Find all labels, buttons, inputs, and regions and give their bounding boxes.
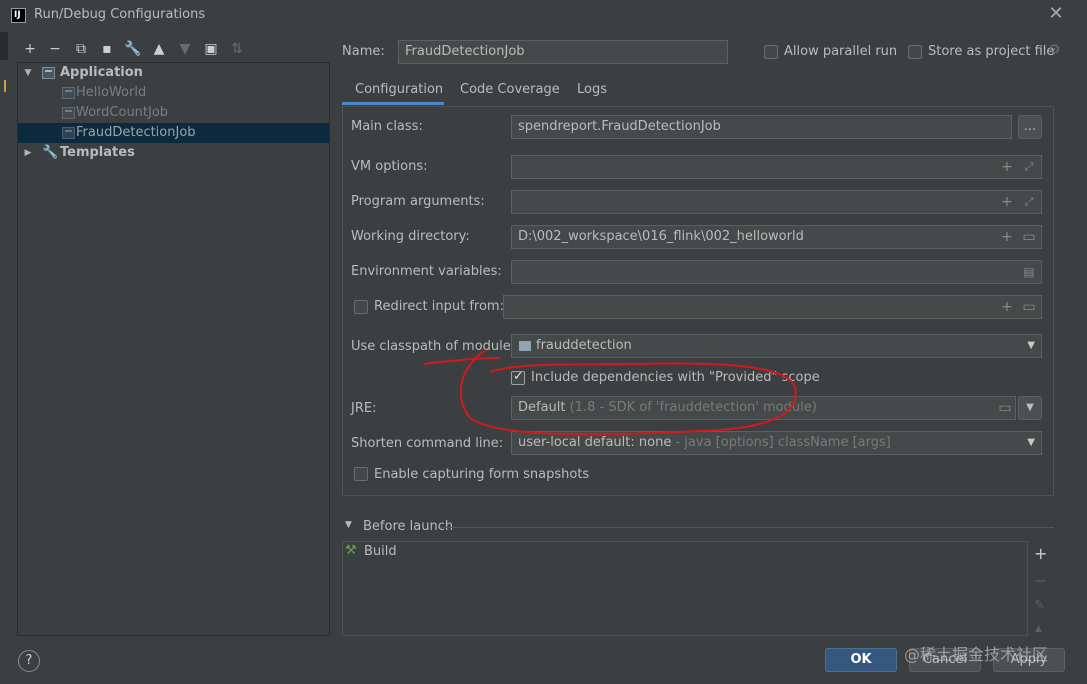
config-tree: ▼ Application HelloWorld WordCountJob Fr…	[17, 62, 330, 636]
chevron-down-icon[interactable]: ▼	[1027, 432, 1035, 454]
wrench-icon: 🔧	[42, 145, 59, 160]
tree-item-application[interactable]: ▼ Application	[18, 63, 329, 83]
tab-logs[interactable]: Logs	[577, 80, 607, 106]
gear-icon[interactable]: ⚙	[1048, 42, 1061, 58]
working-directory-label: Working directory:	[351, 229, 470, 244]
program-arguments-input[interactable]: + ⤢	[511, 190, 1042, 214]
folder-icon[interactable]: ▭	[1020, 226, 1038, 248]
chevron-down-icon[interactable]: ▼	[22, 63, 34, 83]
vm-options-input[interactable]: + ⤢	[511, 155, 1042, 179]
include-dependencies-label: Include dependencies with "Provided" sco…	[531, 370, 820, 385]
shorten-extra: - java [options] className [args]	[675, 435, 891, 450]
shorten-command-line-label: Shorten command line:	[351, 436, 504, 451]
redirect-input-checkbox[interactable]	[354, 300, 368, 314]
main-class-input[interactable]: spendreport.FraudDetectionJob	[511, 115, 1012, 139]
expand-icon[interactable]: ⤢	[1020, 191, 1038, 213]
browse-main-class-button[interactable]: ...	[1018, 115, 1042, 139]
tree-item-templates[interactable]: ▶ 🔧 Templates	[18, 143, 329, 163]
classpath-module-select[interactable]: frauddetection ▼	[511, 334, 1042, 358]
ok-button[interactable]: OK	[825, 648, 897, 672]
working-directory-value: D:\002_workspace\016_flink\002_helloworl…	[518, 229, 804, 244]
form-snapshots-checkbox[interactable]	[354, 467, 368, 481]
edit-icon[interactable]: ✎	[1034, 598, 1045, 613]
list-item[interactable]: ⚒ Build	[343, 542, 1027, 562]
tree-item-label: WordCountJob	[76, 105, 169, 120]
minus-icon[interactable]: −	[1034, 571, 1047, 590]
save-icon[interactable]: ▪	[97, 40, 117, 58]
allow-parallel-label: Allow parallel run	[784, 44, 898, 59]
module-folder-icon	[519, 341, 531, 351]
redirect-input-label: Redirect input from:	[374, 299, 504, 314]
store-project-label: Store as project file	[928, 44, 1055, 59]
arrow-up-icon[interactable]: ▲	[1035, 624, 1042, 634]
active-tab-indicator	[342, 102, 444, 105]
tree-item-helloworld[interactable]: HelloWorld	[18, 83, 329, 103]
name-label: Name:	[342, 44, 385, 59]
tree-item-label: Application	[60, 65, 143, 80]
close-icon[interactable]: ✕	[1046, 4, 1066, 24]
application-icon	[62, 87, 75, 99]
include-dependencies-checkbox[interactable]	[511, 369, 525, 385]
program-arguments-label: Program arguments:	[351, 194, 485, 209]
application-icon	[62, 107, 75, 119]
classpath-module-value: frauddetection	[536, 338, 632, 353]
name-input[interactable]: FraudDetectionJob	[398, 40, 728, 64]
environment-variables-input[interactable]: ▤	[511, 260, 1042, 284]
redirect-input-field[interactable]: + ▭	[503, 295, 1042, 319]
jre-extra: (1.8 - SDK of 'frauddetection' module)	[569, 400, 817, 415]
plus-icon[interactable]: +	[998, 191, 1016, 213]
plus-icon[interactable]: +	[998, 296, 1016, 318]
tree-item-label: Templates	[60, 145, 135, 160]
store-project-checkbox[interactable]	[908, 45, 922, 59]
gutter-marker	[4, 80, 6, 92]
hammer-icon: ⚒	[345, 543, 357, 558]
jre-label: JRE:	[351, 401, 377, 416]
plus-icon[interactable]: +	[20, 40, 40, 58]
jre-dropdown-button[interactable]: ▼	[1018, 396, 1042, 420]
watermark: @稀土掘金技术社区	[904, 645, 1049, 664]
application-icon	[42, 67, 55, 79]
arrow-up-icon[interactable]: ▲	[149, 40, 169, 58]
plus-icon[interactable]: +	[998, 226, 1016, 248]
intellij-icon: IJ	[11, 8, 26, 23]
tab-code-coverage[interactable]: Code Coverage	[460, 80, 560, 106]
sort-icon[interactable]: ⇅	[227, 40, 247, 58]
form-snapshots-label: Enable capturing form snapshots	[374, 467, 590, 482]
environment-variables-label: Environment variables:	[351, 264, 502, 279]
chevron-down-icon[interactable]: ▼	[345, 520, 352, 530]
window-title: Run/Debug Configurations	[34, 7, 206, 22]
shorten-value: user-local default: none	[518, 435, 672, 450]
classpath-module-label: Use classpath of module:	[351, 339, 516, 354]
jre-select[interactable]: Default (1.8 - SDK of 'frauddetection' m…	[511, 396, 1016, 420]
main-class-label: Main class:	[351, 119, 423, 134]
tree-item-label: FraudDetectionJob	[76, 125, 196, 140]
jre-value: Default	[518, 400, 566, 415]
plus-icon[interactable]: +	[998, 156, 1016, 178]
help-button[interactable]: ?	[18, 650, 40, 672]
separator	[440, 527, 1054, 528]
build-label: Build	[364, 544, 397, 559]
application-icon	[62, 127, 75, 139]
tree-item-frauddetectionjob[interactable]: FraudDetectionJob	[18, 123, 329, 143]
shorten-command-line-select[interactable]: user-local default: none - java [options…	[511, 431, 1042, 455]
vm-options-label: VM options:	[351, 159, 428, 174]
minus-icon[interactable]: −	[45, 40, 65, 58]
arrow-down-icon[interactable]: ▼	[175, 40, 195, 58]
tree-item-label: HelloWorld	[76, 85, 147, 100]
working-directory-input[interactable]: D:\002_workspace\016_flink\002_helloworl…	[511, 225, 1042, 249]
chevron-down-icon[interactable]: ▼	[1027, 335, 1035, 357]
folder-icon[interactable]: ▭	[996, 397, 1014, 419]
wrench-icon[interactable]: 🔧	[123, 40, 143, 58]
allow-parallel-checkbox[interactable]	[764, 45, 778, 59]
document-icon[interactable]: ▤	[1020, 261, 1038, 283]
chevron-right-icon[interactable]: ▶	[22, 143, 34, 163]
folder-icon[interactable]: ▭	[1020, 296, 1038, 318]
tree-item-wordcountjob[interactable]: WordCountJob	[18, 103, 329, 123]
copy-icon[interactable]: ⧉	[71, 40, 91, 58]
folder-add-icon[interactable]: ▣	[201, 40, 221, 58]
expand-icon[interactable]: ⤢	[1020, 156, 1038, 178]
plus-icon[interactable]: +	[1034, 544, 1047, 563]
